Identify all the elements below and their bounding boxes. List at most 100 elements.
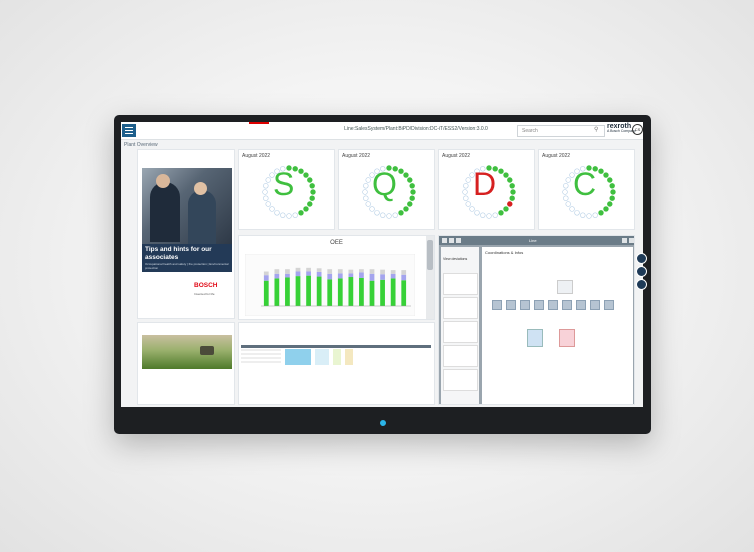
oee-bar-segment xyxy=(337,273,343,279)
oee-bar-segment xyxy=(316,268,322,272)
kpi-dot xyxy=(480,212,486,218)
oee-bar-segment xyxy=(359,277,364,306)
kpi-dot xyxy=(509,183,515,189)
kpi-dot xyxy=(265,201,271,207)
oee-bar-segment xyxy=(401,270,407,275)
deviations-panel[interactable]: Line View deviations Coordinations & Inf… xyxy=(438,235,635,405)
kpi-dot xyxy=(303,172,309,178)
deviation-row[interactable] xyxy=(443,321,478,343)
kpi-letter-q: Q xyxy=(372,166,397,202)
oee-bar-segment xyxy=(306,271,311,276)
deviation-row[interactable] xyxy=(443,297,478,319)
deviation-row[interactable] xyxy=(443,345,478,367)
kpi-dot xyxy=(465,201,471,207)
oee-bar-segment xyxy=(274,278,280,306)
kpi-dot xyxy=(274,210,280,216)
oee-bar-segment xyxy=(380,274,385,280)
kpi-dot xyxy=(492,212,498,218)
kpi-dot xyxy=(510,189,516,195)
side-action-button[interactable] xyxy=(636,279,647,290)
oee-bar-segment xyxy=(306,275,311,306)
kpi-dot xyxy=(386,213,392,219)
panel-nav-icon[interactable] xyxy=(456,238,461,243)
panel-close-icon[interactable] xyxy=(629,238,634,243)
oee-bar-segment xyxy=(390,273,396,279)
kpi-dot xyxy=(362,189,368,195)
deviations-title: View deviations xyxy=(443,257,468,261)
kpi-dot xyxy=(307,201,313,207)
kpi-dot xyxy=(463,195,469,201)
kpi-dot xyxy=(403,206,409,212)
kpi-dot xyxy=(586,213,592,219)
user-avatar[interactable]: CS xyxy=(632,124,643,135)
kpi-dot xyxy=(509,195,515,201)
tractor-icon xyxy=(200,346,214,355)
kpi-card-safety[interactable]: August 2022 S xyxy=(238,149,335,230)
org-node-top[interactable] xyxy=(557,280,573,294)
kpi-dot xyxy=(303,206,309,212)
oee-bar-segment xyxy=(316,271,322,277)
oee-bar-segment xyxy=(359,269,364,273)
kpi-dot xyxy=(580,212,586,218)
deviations-tab[interactable]: Line xyxy=(529,238,537,243)
oee-bar-segment xyxy=(401,280,407,306)
panel-nav-icon[interactable] xyxy=(442,238,447,243)
bosch-brand: BOSCH xyxy=(194,282,218,289)
kpi-dot xyxy=(607,201,613,207)
side-action-button[interactable] xyxy=(636,253,647,264)
oee-bar-segment xyxy=(306,267,311,272)
bosch-logo: BOSCH Invented for life xyxy=(194,274,217,296)
panel-expand-icon[interactable] xyxy=(622,238,627,243)
monitor-power-led xyxy=(380,420,386,426)
oee-bar-segment xyxy=(348,273,354,278)
org-node-alert[interactable] xyxy=(559,329,575,347)
breadcrumb: Plant Overview xyxy=(124,142,158,148)
kpi-dot xyxy=(465,177,471,183)
kpi-dot xyxy=(409,183,415,189)
kpi-dot xyxy=(365,177,371,183)
dashboard-table-card[interactable] xyxy=(238,322,435,405)
deviation-row[interactable] xyxy=(443,369,478,391)
menu-icon[interactable] xyxy=(122,124,136,137)
search-icon[interactable]: ⚲ xyxy=(594,126,598,133)
panel-nav-icon[interactable] xyxy=(449,238,454,243)
oee-bar-segment xyxy=(263,271,269,276)
kpi-card-cost[interactable]: August 2022 C xyxy=(538,149,635,230)
kpi-dot xyxy=(486,213,492,219)
field-image-card[interactable] xyxy=(137,322,235,405)
kpi-dot xyxy=(565,201,571,207)
deviation-row[interactable] xyxy=(443,273,478,295)
oee-bar-segment xyxy=(327,273,333,280)
kpi-dot xyxy=(365,201,371,207)
kpi-dot xyxy=(410,189,416,195)
kpi-dot xyxy=(407,201,413,207)
kpi-dot xyxy=(592,212,598,218)
line-path: Line:SalesSystem/Plant:BiPD/Division:DC-… xyxy=(344,126,488,132)
field-photo xyxy=(142,335,232,369)
oee-scrollbar[interactable] xyxy=(426,236,434,319)
kpi-card-quality[interactable]: August 2022 Q xyxy=(338,149,435,230)
kpi-dot xyxy=(607,177,613,183)
kpi-dot xyxy=(598,168,604,174)
side-action-button[interactable] xyxy=(636,266,647,277)
kpi-dot xyxy=(603,172,609,178)
kpi-dot xyxy=(407,177,413,183)
search-input[interactable]: Search xyxy=(517,125,605,137)
kpi-dot xyxy=(262,189,268,195)
kpi-dot xyxy=(398,210,404,216)
oee-title: OEE xyxy=(330,240,343,246)
active-indicator xyxy=(249,122,269,124)
org-node[interactable] xyxy=(527,329,543,347)
kpi-dot xyxy=(469,206,475,212)
kpi-card-delivery[interactable]: August 2022 D xyxy=(438,149,535,230)
kpi-dot xyxy=(409,195,415,201)
kpi-dot xyxy=(498,168,504,174)
oee-card[interactable]: OEE xyxy=(238,235,435,320)
oee-bar-segment xyxy=(348,277,354,306)
mini-table-header xyxy=(241,345,431,348)
promo-card[interactable]: Tips and hints for our associates Occupa… xyxy=(137,149,235,319)
kpi-dot xyxy=(598,210,604,216)
kpi-dot xyxy=(374,210,380,216)
kpi-dot xyxy=(503,172,509,178)
kpi-dot xyxy=(363,183,369,189)
